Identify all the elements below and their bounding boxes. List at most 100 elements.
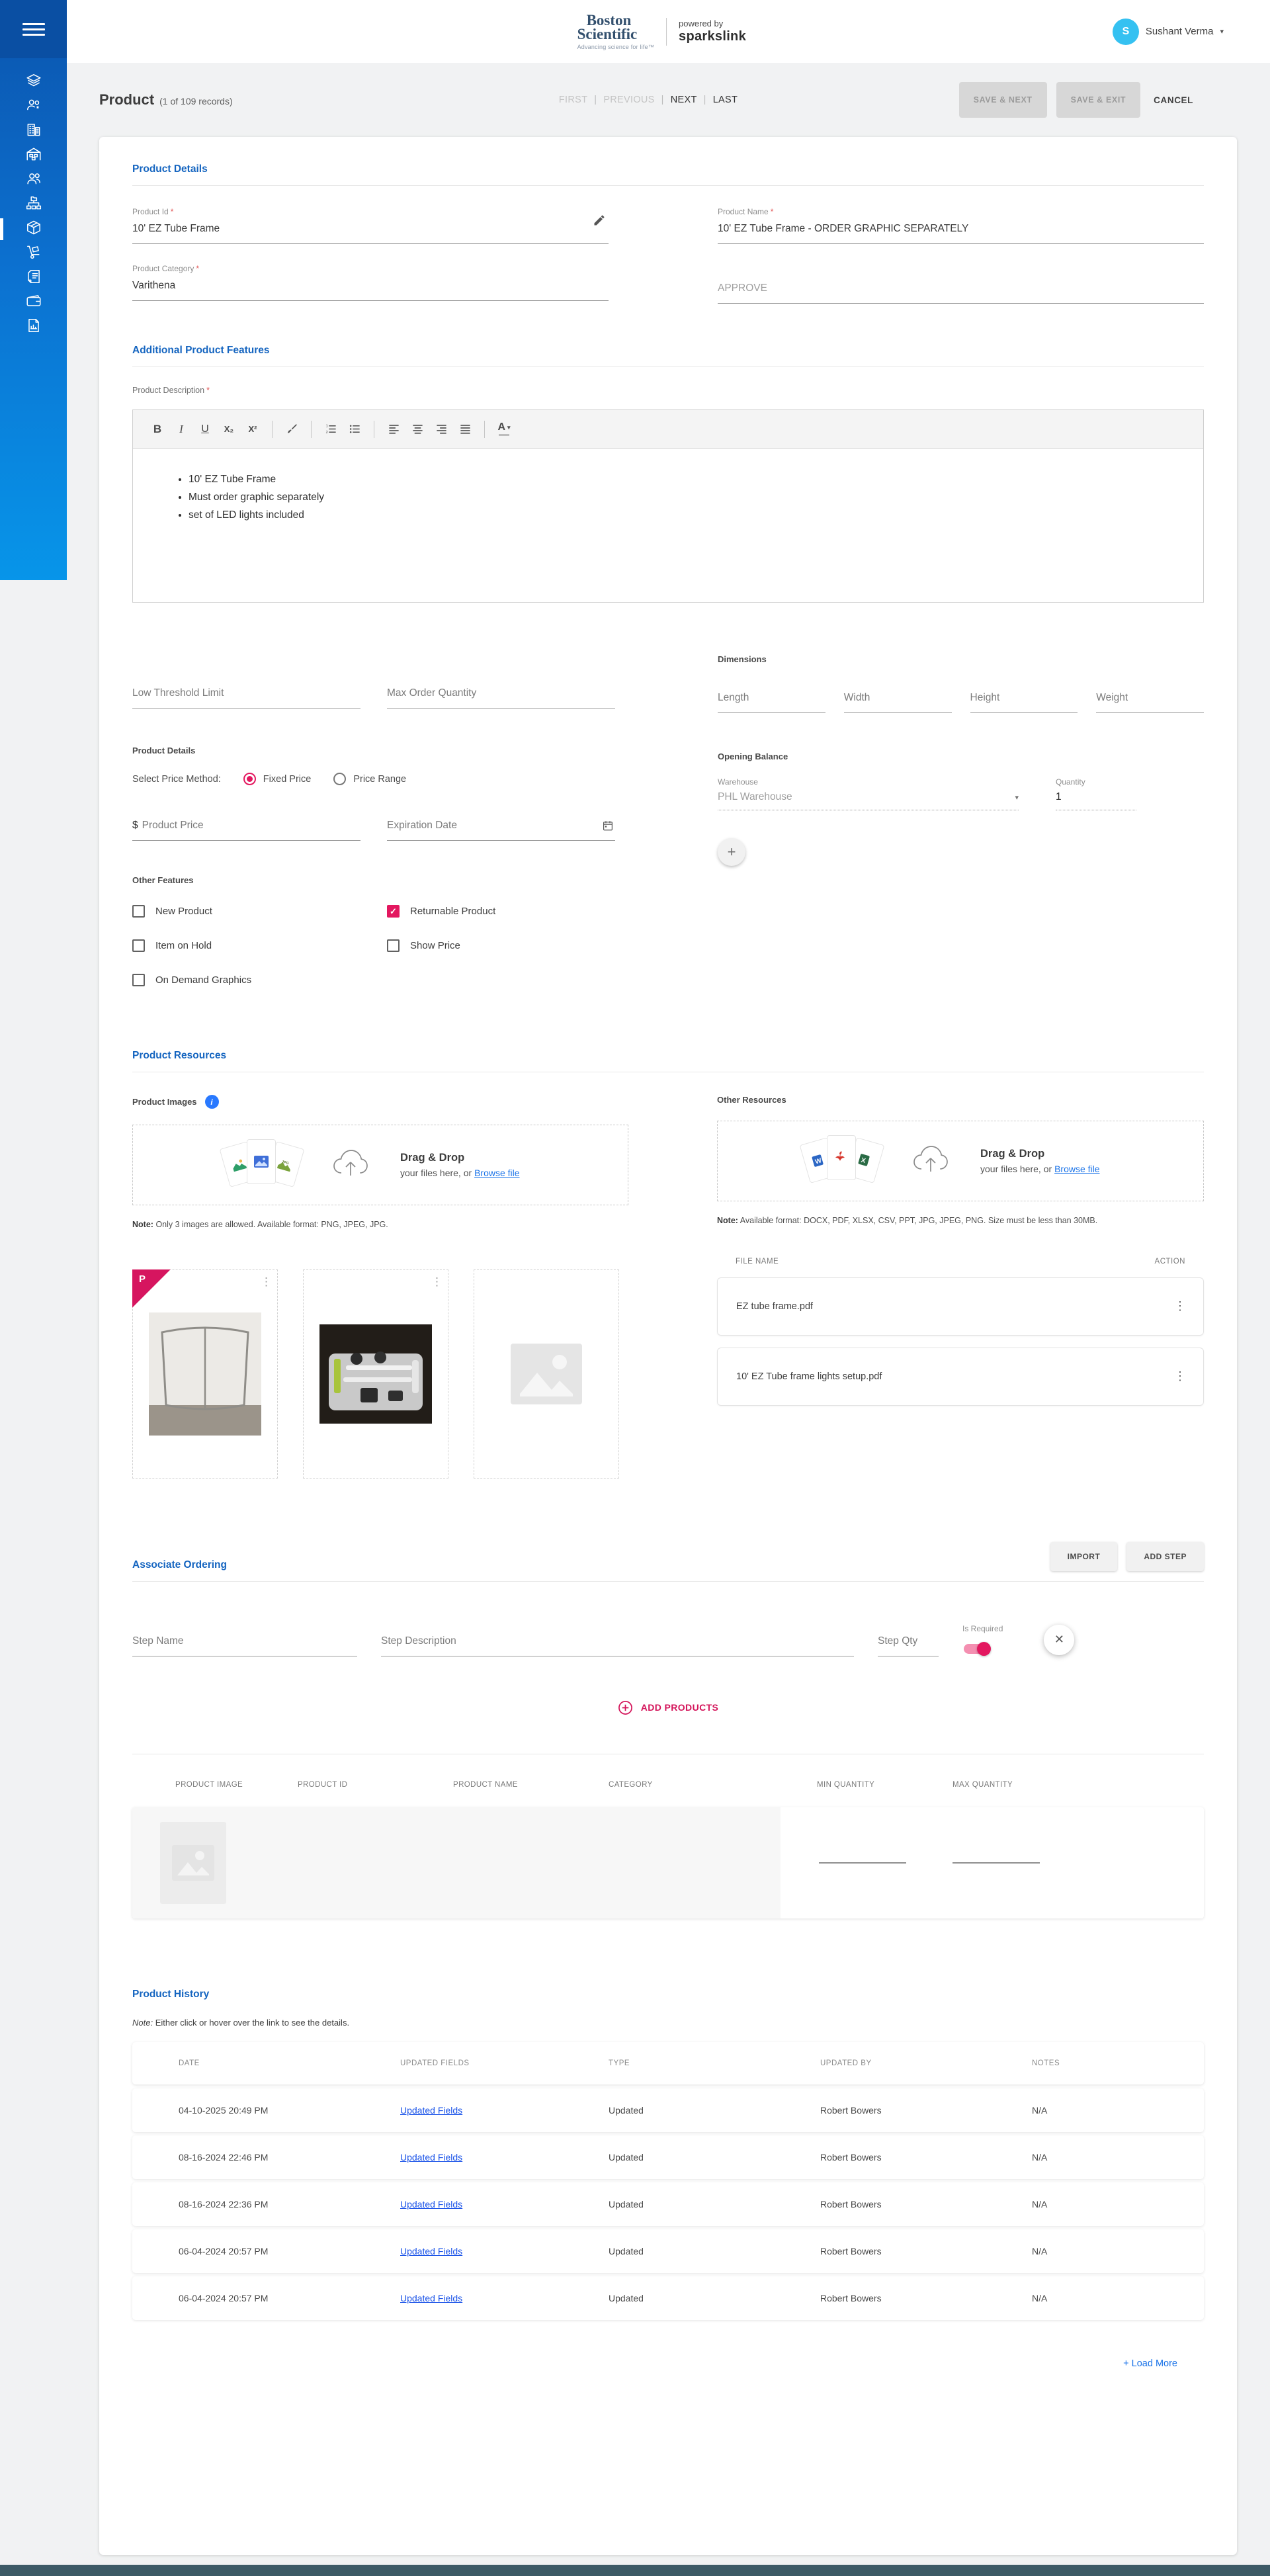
save-exit-button[interactable]: SAVE & EXIT — [1056, 82, 1141, 118]
align-left-icon[interactable] — [384, 419, 403, 440]
load-more-link[interactable]: + Load More — [132, 2358, 1204, 2369]
max-quantity-input[interactable] — [952, 1862, 1040, 1864]
checkbox-new-product[interactable]: New Product — [132, 905, 387, 918]
browse-file-link[interactable]: Browse file — [1054, 1164, 1099, 1174]
format-brush-icon[interactable] — [282, 419, 302, 440]
sidebar-item-user-roles[interactable] — [0, 95, 67, 119]
cloud-upload-icon — [911, 1144, 950, 1179]
kebab-menu-icon[interactable]: ⋮ — [1174, 1299, 1186, 1313]
avatar: S — [1112, 18, 1139, 45]
sidebar-item-orders[interactable] — [0, 241, 67, 266]
other-resources-dropzone[interactable]: W X Drag & Drop your files here, or Brow… — [717, 1121, 1204, 1201]
expiration-date-input[interactable]: Expiration Date — [387, 814, 615, 841]
browse-file-link[interactable]: Browse file — [474, 1168, 519, 1178]
updated-fields-link[interactable]: Updated Fields — [400, 2105, 462, 2116]
warehouse-select[interactable]: PHL Warehouse ▾ — [718, 787, 1019, 810]
kebab-menu-icon[interactable]: ⋮ — [431, 1275, 443, 1289]
align-justify-icon[interactable] — [455, 419, 475, 440]
step-description-input[interactable]: Step Description — [381, 1630, 854, 1656]
weight-input[interactable]: Weight — [1096, 687, 1204, 713]
note-prefix: Note: — [717, 1216, 738, 1225]
kebab-menu-icon[interactable]: ⋮ — [261, 1275, 272, 1289]
bold-button[interactable]: B — [148, 419, 167, 440]
product-price-input[interactable]: $ Product Price — [132, 814, 360, 841]
file-name-header: FILE NAME — [736, 1257, 779, 1266]
updated-fields-link[interactable]: Updated Fields — [400, 2152, 462, 2163]
save-next-button[interactable]: SAVE & NEXT — [958, 82, 1047, 118]
images-dropzone[interactable]: JPG Drag & Drop your files here, or Brow… — [132, 1125, 628, 1205]
cloud-upload-icon — [331, 1148, 370, 1183]
history-type: Updated — [609, 2245, 644, 2256]
italic-button[interactable]: I — [171, 419, 191, 440]
nav-next-link[interactable]: NEXT — [671, 95, 697, 105]
calendar-icon[interactable] — [602, 820, 614, 835]
subscript-button[interactable]: X₂ — [219, 419, 239, 440]
updated-fields-link[interactable]: Updated Fields — [400, 2293, 462, 2303]
approve-status-input[interactable]: APPROVE — [718, 276, 1204, 304]
is-required-toggle[interactable] — [964, 1641, 991, 1656]
product-name-input[interactable]: 10' EZ Tube Frame - ORDER GRAPHIC SEPARA… — [718, 216, 1204, 244]
sidebar-item-layers[interactable] — [0, 70, 67, 95]
product-form-card: Product Details Product Id * 10' EZ Tube … — [99, 137, 1237, 2555]
dragdrop-subtitle: your files here, or — [400, 1167, 472, 1178]
align-center-icon[interactable] — [407, 419, 427, 440]
product-image-thumb-empty[interactable] — [474, 1269, 619, 1479]
product-id-input[interactable]: 10' EZ Tube Frame — [132, 216, 609, 244]
checkbox-show-price[interactable]: Show Price — [387, 939, 615, 952]
sidebar-item-organization[interactable] — [0, 119, 67, 144]
sidebar-item-invoices[interactable] — [0, 266, 67, 290]
sidebar-item-products[interactable] — [0, 217, 67, 241]
superscript-button[interactable]: X² — [243, 419, 263, 440]
step-name-input[interactable]: Step Name — [132, 1630, 357, 1656]
checkbox-returnable-product[interactable]: ✓ Returnable Product — [387, 905, 615, 918]
sidebar-item-hierarchy[interactable] — [0, 193, 67, 217]
product-category-input[interactable]: Varithena — [132, 273, 609, 301]
add-step-button[interactable]: ADD STEP — [1126, 1541, 1204, 1571]
description-editor-content[interactable]: 10' EZ Tube Frame Must order graphic sep… — [133, 449, 1203, 602]
length-input[interactable]: Length — [718, 687, 826, 713]
doc-files-illustration: W X — [799, 1133, 885, 1189]
divider — [132, 1580, 1204, 1582]
updated-fields-link[interactable]: Updated Fields — [400, 2246, 462, 2256]
underline-button[interactable]: U — [195, 419, 215, 440]
ordered-list-icon[interactable]: 12 — [321, 419, 341, 440]
history-updated-by: Robert Bowers — [820, 2104, 882, 2116]
nav-last-link[interactable]: LAST — [713, 95, 738, 105]
product-image-thumb-1[interactable]: P ⋮ — [132, 1269, 278, 1479]
import-button[interactable]: IMPORT — [1050, 1541, 1118, 1571]
sidebar-item-reports[interactable] — [0, 315, 67, 339]
font-color-button[interactable]: A ▾ — [494, 419, 514, 440]
product-image-thumb-2[interactable]: ⋮ — [303, 1269, 448, 1479]
add-products-button[interactable]: ADD PRODUCTS — [132, 1700, 1204, 1715]
add-warehouse-button[interactable]: + — [718, 838, 745, 866]
price-range-radio[interactable]: Price Range — [333, 773, 406, 785]
hamburger-menu-button[interactable] — [22, 20, 45, 39]
max-order-qty-input[interactable]: Max Order Quantity — [387, 682, 615, 708]
updated-fields-link[interactable]: Updated Fields — [400, 2199, 462, 2210]
nav-first-link[interactable]: FIRST — [559, 95, 587, 105]
section-product-details: Product Details — [132, 163, 208, 175]
sidebar-item-wallet[interactable] — [0, 290, 67, 315]
wallet-icon — [25, 292, 42, 313]
remove-step-button[interactable]: ✕ — [1044, 1624, 1075, 1655]
checkbox-item-on-hold[interactable]: Item on Hold — [132, 939, 387, 952]
align-right-icon[interactable] — [431, 419, 451, 440]
step-qty-input[interactable]: Step Qty — [878, 1630, 939, 1656]
nav-previous-link[interactable]: PREVIOUS — [603, 95, 654, 105]
fixed-price-radio[interactable]: Fixed Price — [243, 773, 311, 785]
history-notes: N/A — [1032, 2245, 1048, 2256]
cancel-button[interactable]: CANCEL — [1150, 89, 1197, 112]
edit-icon[interactable] — [593, 214, 606, 230]
user-menu[interactable]: S Sushant Verma ▾ — [1112, 18, 1224, 45]
height-input[interactable]: Height — [970, 687, 1078, 713]
width-input[interactable]: Width — [843, 687, 952, 713]
low-threshold-input[interactable]: Low Threshold Limit — [132, 682, 360, 708]
sidebar-item-users[interactable] — [0, 168, 67, 193]
bullet-list-icon[interactable] — [345, 419, 364, 440]
min-quantity-input[interactable] — [819, 1862, 906, 1864]
quantity-input[interactable]: 1 — [1056, 787, 1136, 810]
info-icon[interactable]: i — [204, 1095, 219, 1109]
sidebar-item-warehouse[interactable] — [0, 144, 67, 168]
kebab-menu-icon[interactable]: ⋮ — [1174, 1369, 1186, 1383]
checkbox-on-demand-graphics[interactable]: On Demand Graphics — [132, 974, 387, 986]
